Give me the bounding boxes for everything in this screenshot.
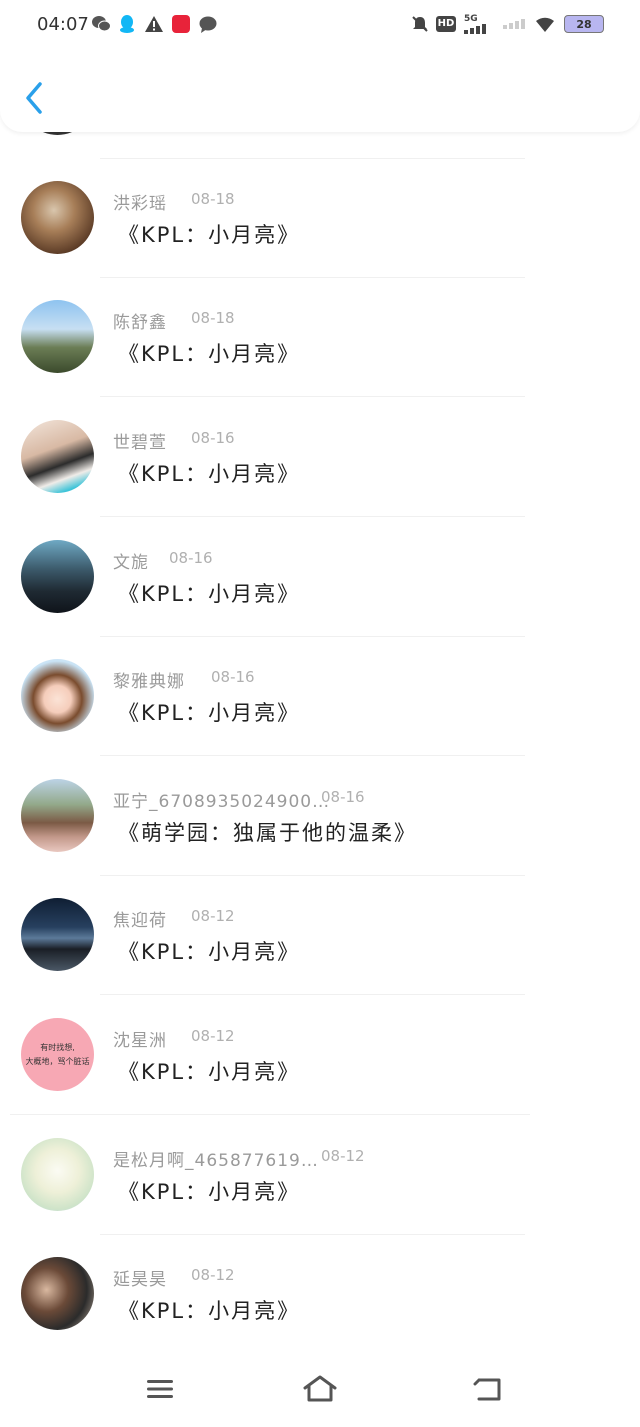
avatar bbox=[21, 1257, 94, 1330]
comment-content: 《KPL：小月亮》 bbox=[118, 1180, 301, 1204]
commenter-name: 焦迎荷 bbox=[113, 911, 167, 931]
menu-button[interactable] bbox=[138, 1369, 182, 1409]
commenter-name: 沈星洲 bbox=[113, 1031, 167, 1051]
battery-icon: 28 bbox=[562, 14, 606, 34]
list-item[interactable]: 黎雅典娜 08-16 《KPL：小月亮》 bbox=[0, 637, 640, 756]
commenter-name: 亚宁_6708935024900… bbox=[113, 792, 331, 812]
comment-date: 08-16 bbox=[191, 429, 235, 447]
commenter-name: 延昊昊 bbox=[113, 1270, 167, 1290]
status-time: 04:07 bbox=[37, 14, 89, 35]
back-icon bbox=[473, 1378, 501, 1401]
comment-date: 08-12 bbox=[191, 1027, 235, 1045]
list-item[interactable]: 世碧萱 08-16 《KPL：小月亮》 bbox=[0, 398, 640, 517]
comment-content: 《KPL：小月亮》 bbox=[118, 940, 301, 964]
avatar-text: 有时找想, bbox=[40, 1042, 75, 1052]
divider bbox=[100, 396, 525, 397]
comment-content: 《KPL：小月亮》 bbox=[118, 1299, 301, 1323]
comment-date: 08-16 bbox=[321, 788, 365, 806]
list-item[interactable]: 陈舒鑫 08-18 《KPL：小月亮》 bbox=[0, 278, 640, 397]
hd-label: HD bbox=[435, 16, 457, 32]
comment-date: 08-16 bbox=[169, 549, 213, 567]
commenter-name: 世碧萱 bbox=[113, 433, 167, 453]
home-button[interactable] bbox=[298, 1369, 342, 1409]
avatar: 有时找想, 大概地，骂个脏话 bbox=[21, 1018, 94, 1091]
comment-date: 08-18 bbox=[191, 190, 235, 208]
wifi-icon bbox=[532, 14, 558, 34]
avatar bbox=[21, 659, 94, 732]
comment-date: 08-12 bbox=[191, 907, 235, 925]
divider bbox=[100, 994, 525, 995]
avatar bbox=[21, 420, 94, 493]
comment-date: 08-12 bbox=[191, 1266, 235, 1284]
avatar-text: 大概地，骂个脏话 bbox=[25, 1056, 90, 1066]
avatar bbox=[21, 898, 94, 971]
hd-icon: HD bbox=[433, 14, 459, 34]
avatar bbox=[21, 1138, 94, 1211]
warning-icon bbox=[144, 14, 164, 34]
list-item[interactable]: 洪彩瑶 08-18 《KPL：小月亮》 bbox=[0, 159, 640, 278]
comment-content: 《KPL：小月亮》 bbox=[118, 462, 301, 486]
commenter-name: 文旎 bbox=[113, 553, 149, 573]
divider bbox=[10, 1114, 530, 1115]
comment-content: 《萌学园：独属于他的温柔》 bbox=[118, 821, 417, 845]
commenter-name: 陈舒鑫 bbox=[113, 313, 167, 333]
commenter-name: 洪彩瑶 bbox=[113, 194, 167, 214]
signal-icon bbox=[503, 14, 527, 34]
battery-level: 28 bbox=[576, 17, 592, 31]
app-badge-icon bbox=[171, 14, 191, 34]
comment-content: 《KPL：小月亮》 bbox=[118, 582, 301, 606]
list-item[interactable]: 文旎 08-16 《KPL：小月亮》 bbox=[0, 518, 640, 637]
menu-icon bbox=[147, 1380, 173, 1398]
back-nav-button[interactable] bbox=[466, 1369, 510, 1409]
chevron-left-icon bbox=[26, 82, 42, 114]
avatar bbox=[21, 540, 94, 613]
comment-content: 《KPL：小月亮》 bbox=[118, 223, 301, 247]
avatar bbox=[21, 779, 94, 852]
commenter-name: 是松月啊_465877619… bbox=[113, 1151, 319, 1171]
commenter-name: 黎雅典娜 bbox=[113, 672, 185, 692]
comment-date: 08-18 bbox=[191, 309, 235, 327]
list-item[interactable]: 是松月啊_465877619… 08-12 《KPL：小月亮》 bbox=[0, 1116, 640, 1235]
avatar bbox=[21, 300, 94, 373]
qq-icon bbox=[118, 14, 136, 34]
signal-5g-icon: 5G bbox=[464, 14, 494, 34]
wechat-icon bbox=[90, 14, 112, 34]
comment-content: 《KPL：小月亮》 bbox=[118, 342, 301, 366]
divider bbox=[100, 755, 525, 756]
comment-date: 08-12 bbox=[321, 1147, 365, 1165]
back-button[interactable] bbox=[20, 78, 50, 118]
message-icon bbox=[198, 14, 218, 34]
divider bbox=[100, 516, 525, 517]
list-item[interactable]: 有时找想, 大概地，骂个脏话 沈星洲 08-12 《KPL：小月亮》 bbox=[0, 996, 640, 1115]
system-navbar bbox=[0, 1355, 640, 1427]
status-bar: 04:07 HD 5G 28 bbox=[0, 0, 640, 50]
network-label: 5G bbox=[464, 13, 478, 24]
home-icon bbox=[303, 1375, 337, 1402]
mute-icon bbox=[410, 14, 430, 34]
comment-date: 08-16 bbox=[211, 668, 255, 686]
header: 04:07 HD 5G 28 bbox=[0, 0, 640, 132]
list-item[interactable]: 延昊昊 08-12 《KPL：小月亮》 bbox=[0, 1235, 640, 1354]
list-item[interactable]: 焦迎荷 08-12 《KPL：小月亮》 bbox=[0, 876, 640, 995]
list-item[interactable]: 亚宁_6708935024900… 08-16 《萌学园：独属于他的温柔》 bbox=[0, 757, 640, 876]
comment-content: 《KPL：小月亮》 bbox=[118, 1060, 301, 1084]
comment-content: 《KPL：小月亮》 bbox=[118, 701, 301, 725]
avatar bbox=[21, 181, 94, 254]
